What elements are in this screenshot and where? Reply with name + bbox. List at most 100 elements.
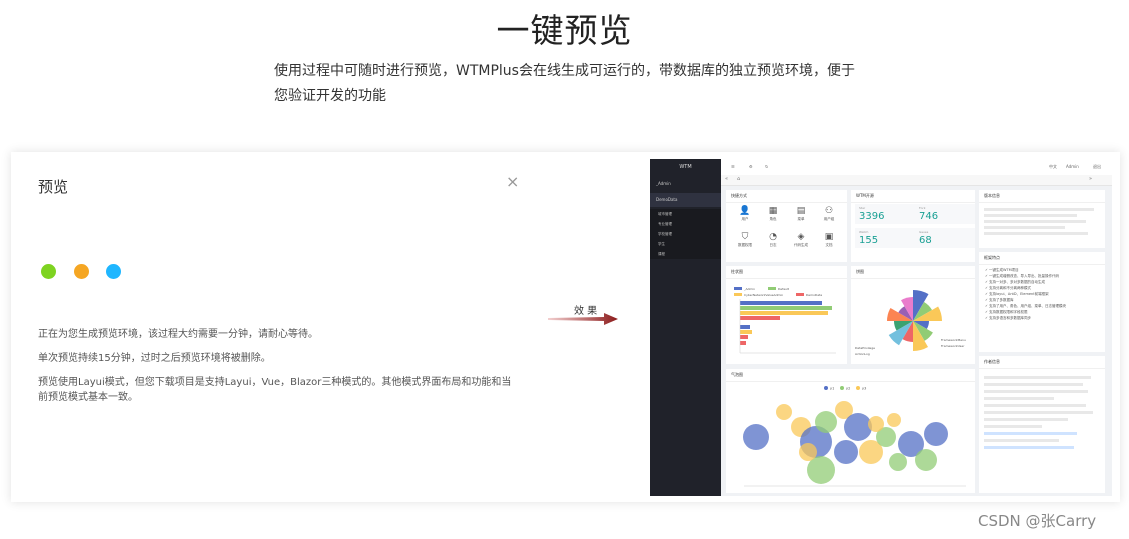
quick-link-5[interactable]: ⛉ 数据权限 [732, 232, 758, 248]
bubble [887, 413, 901, 427]
quick-link-label: 菜单 [797, 217, 805, 221]
quick-link-8[interactable]: ▣ 文档 [816, 232, 842, 248]
bubble-legend-label: y2 [846, 387, 850, 391]
features-card: 框架特点 ✓ 一键生成WTM项目 ✓ 一键生成增删改查、导入导出、批量操作代码 ✓ … [979, 252, 1105, 352]
sidebar: WTM _Admin DemoData 城市管理 专业管理 学校管理 学生 课程 [650, 159, 721, 496]
quick-link-1[interactable]: 👤 用户 [732, 206, 758, 222]
chevron-right-icon[interactable]: » [1089, 176, 1092, 182]
dialog-message-3: 预览使用Layui模式，但您下载项目是支持Layui，Vue，Blazor三种模… [38, 377, 512, 403]
top-bar: ☰ ⚙ ↻ 中文 Admin 退出 [721, 159, 1112, 175]
stat-watch: Watch 155 [855, 228, 915, 248]
bubble-legend-label: y3 [862, 387, 866, 391]
stat-star: Star 3396 [855, 204, 915, 224]
quick-links-title: 快捷方式 [726, 190, 847, 203]
right-arrow-icon [548, 313, 618, 325]
user-menu[interactable]: Admin [1066, 164, 1079, 169]
bubble-legend-label: y1 [830, 387, 834, 391]
bubble [799, 443, 817, 461]
version-card: 版本信息 [979, 190, 1105, 248]
quick-link-label: 用户 [741, 217, 749, 221]
dialog-title: 预览 [38, 178, 69, 196]
sidebar-sub-1[interactable]: 城市管理 [650, 209, 721, 219]
lang-switch[interactable]: 中文 [1049, 164, 1057, 170]
author-title: 作者信息 [979, 356, 1105, 369]
quick-link-label: 用户组 [823, 217, 835, 221]
quick-link-icon: ⛉ [741, 232, 749, 242]
chevron-left-icon[interactable]: « [725, 176, 728, 182]
bubble [915, 449, 937, 471]
svg-text:CyberNetworkValueAdmin: CyberNetworkValueAdmin [744, 293, 783, 297]
preview-panel: 预览 × 正在为您生成预览环境，该过程大约需要一分钟，请耐心等待。 单次预览持续… [11, 152, 1120, 502]
brand-logo: WTM [679, 164, 692, 170]
quick-link-label: 数据权限 [738, 243, 752, 247]
bubble [844, 413, 872, 441]
watermark: CSDN @张Carry [978, 512, 1097, 530]
tabs-bar: « ⌂ » [721, 175, 1112, 186]
quick-link-icon: 👤 [739, 206, 751, 216]
pie-chart: FrameworkMenu FrameworkUser DataPrivilege A… [855, 290, 966, 356]
menu-icon[interactable]: ☰ [731, 164, 735, 169]
quick-link-7[interactable]: ◈ 代码生成 [788, 232, 814, 248]
features-title: 框架特点 [979, 252, 1105, 265]
version-title: 版本信息 [979, 190, 1105, 203]
loading-dot-blue [106, 264, 121, 279]
pie-label: DataPrivilege [855, 346, 875, 350]
pie-label: FrameworkMenu [941, 338, 966, 342]
svg-text:Default: Default [778, 287, 790, 291]
stats-title: WTM开源 [851, 190, 975, 203]
sidebar-item-demodata[interactable]: DemoData [650, 193, 721, 207]
loading-dot-green [41, 264, 56, 279]
quick-link-icon: ◔ [769, 232, 777, 242]
svg-text:DemoData: DemoData [806, 293, 822, 297]
sidebar-sub-3[interactable]: 学校管理 [650, 229, 721, 239]
sidebar-sub-2[interactable]: 专业管理 [650, 219, 721, 229]
bubble [868, 416, 884, 432]
bubble-legend-marker [840, 386, 844, 390]
close-icon[interactable]: × [506, 172, 519, 191]
quick-link-6[interactable]: ◔ 日志 [760, 232, 786, 248]
quick-link-4[interactable]: ⚇ 用户组 [816, 206, 842, 222]
sidebar-item-admin[interactable]: _Admin [650, 177, 721, 191]
stat-fork: Fork 746 [915, 204, 975, 224]
page-title: 一键预览 [496, 11, 633, 50]
bubble-chart: y1 y2 y3 [743, 386, 966, 487]
settings-icon[interactable]: ⚙ [749, 164, 753, 169]
bar-chart-card: 柱状图 _Admin Default CyberNetworkValueAdmi… [726, 266, 847, 364]
quick-link-2[interactable]: ▦ 角色 [760, 206, 786, 222]
bubble [834, 440, 858, 464]
loading-dot-orange [74, 264, 89, 279]
quick-link-icon: ▤ [796, 206, 806, 216]
svg-text:_Admin: _Admin [743, 287, 755, 291]
bubble [924, 422, 948, 446]
bubble-legend-marker [824, 386, 828, 390]
pie-chart-title: 饼图 [851, 266, 975, 279]
quick-link-label: 文档 [825, 243, 833, 247]
quick-link-label: 代码生成 [794, 243, 808, 247]
quick-link-icon: ⚇ [824, 206, 834, 216]
bar-chart: _Admin Default CyberNetworkValueAdmin De… [734, 287, 836, 354]
quick-link-3[interactable]: ▤ 菜单 [788, 206, 814, 222]
sidebar-sub-5[interactable]: 课程 [650, 249, 721, 259]
pie-label: ActionLog [855, 352, 870, 356]
logout-link[interactable]: 退出 [1093, 164, 1101, 170]
bubble [776, 404, 792, 420]
feature-line: ✓ 支持多语言和多数据库同步 [985, 316, 1032, 320]
sidebar-sub-4[interactable]: 学生 [650, 239, 721, 249]
bar-chart-title: 柱状图 [726, 266, 847, 279]
bubble [743, 424, 769, 450]
pie-label: FrameworkUser [941, 344, 965, 348]
refresh-icon[interactable]: ↻ [765, 164, 768, 169]
quick-link-icon: ▦ [768, 206, 778, 216]
stat-issues: Issues 68 [915, 228, 975, 248]
result-screenshot: WTM _Admin DemoData 城市管理 专业管理 学校管理 学生 课程… [650, 159, 1112, 496]
pie-chart-card: 饼图 FrameworkMenu FrameworkUser DataPrivile… [851, 266, 975, 364]
dialog-message-1: 正在为您生成预览环境，该过程大约需要一分钟，请耐心等待。 [38, 329, 318, 340]
page-subtitle: 使用过程中可随时进行预览，WTMPlus会在线生成可运行的，带数据库的独立预览环… [274, 63, 855, 104]
bubble-legend-marker [856, 386, 860, 390]
quick-links-card: 快捷方式 👤 用户 ▦ 角色 ▤ 菜单 ⚇ 用户组 ⛉ 数据权限 ◔ 日志 ◈ 代码生成 ▣ 文档 [726, 190, 847, 262]
stats-card: WTM开源 Star 3396 Fork 746 Watch 155 Issues 68 [851, 190, 975, 262]
author-card: 作者信息 [979, 356, 1105, 493]
quick-link-icon: ▣ [824, 232, 834, 242]
home-icon[interactable]: ⌂ [737, 176, 740, 182]
bubble-chart-title: 气泡图 [726, 369, 975, 382]
